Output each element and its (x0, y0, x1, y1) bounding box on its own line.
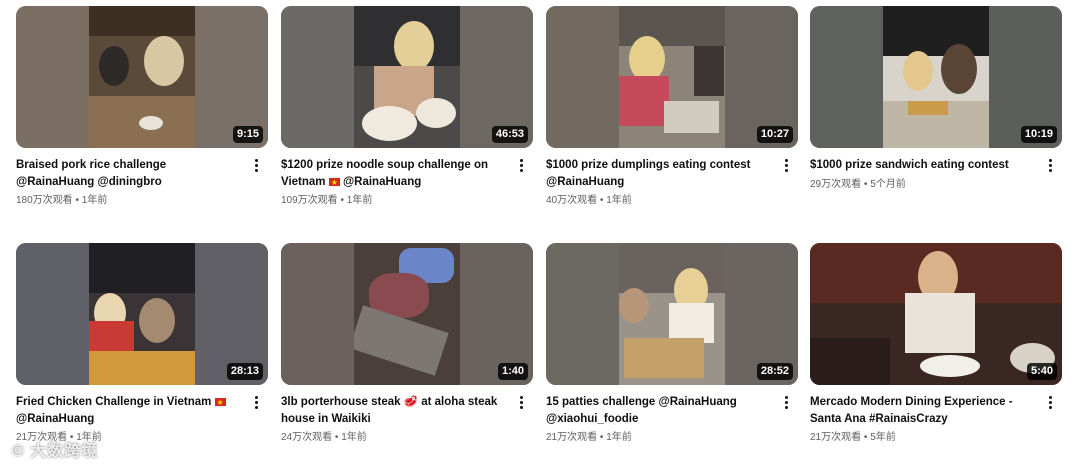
view-count: 109万次观看 (281, 195, 338, 206)
view-count: 29万次观看 (810, 178, 862, 190)
upload-age: 1年前 (346, 195, 373, 206)
video-title-suffix: @RainaHuang (16, 412, 95, 425)
more-actions-icon[interactable] (780, 157, 792, 175)
video-duration: 5:40 (1026, 363, 1057, 380)
video-title[interactable]: 15 patties challenge @RainaHuang @xiaohu… (546, 394, 772, 427)
video-stats: 40万次观看 • 1年前 (546, 194, 772, 207)
separator-dot: • (863, 178, 868, 190)
view-count: 24万次观看 (281, 432, 333, 443)
separator-dot: • (599, 432, 604, 443)
video-card[interactable]: 1:40 3lb porterhouse steak 🥩 at aloha st… (281, 243, 533, 444)
video-card[interactable]: 46:53 $1200 prize noodle soup challenge … (281, 6, 533, 207)
more-actions-icon[interactable] (250, 394, 262, 412)
video-stats: 29万次观看 • 5个月前 (810, 178, 1036, 191)
vietnam-flag-icon (214, 395, 226, 412)
video-stats: 180万次观看 • 1年前 (16, 194, 242, 207)
video-thumbnail[interactable]: 28:52 (546, 243, 798, 385)
video-thumbnail[interactable]: 46:53 (281, 6, 533, 148)
video-title[interactable]: Fried Chicken Challenge in Vietnam @Rain… (16, 394, 242, 427)
video-stats: 24万次观看 • 1年前 (281, 431, 507, 444)
upload-age: 1年前 (81, 195, 108, 206)
video-title-text: Fried Chicken Challenge in Vietnam (16, 396, 212, 408)
upload-age: 5个月前 (870, 178, 906, 190)
video-thumbnail[interactable]: 10:27 (546, 6, 798, 148)
video-duration: 1:40 (497, 363, 528, 380)
video-title[interactable]: $1000 prize sandwich eating contest (810, 157, 1036, 174)
video-stats: 109万次观看 • 1年前 (281, 194, 507, 207)
upload-age: 1年前 (341, 432, 367, 443)
video-thumbnail[interactable]: 5:40 (810, 243, 1062, 385)
video-thumbnail[interactable]: 9:15 (16, 6, 268, 148)
video-duration: 28:52 (756, 363, 793, 380)
video-thumbnail[interactable]: 1:40 (281, 243, 533, 385)
video-card[interactable]: 28:13 Fried Chicken Challenge in Vietnam… (16, 243, 268, 444)
video-card[interactable]: 10:19 $1000 prize sandwich eating contes… (810, 6, 1062, 191)
video-duration: 9:15 (232, 126, 263, 143)
video-card[interactable]: 5:40 Mercado Modern Dining Experience - … (810, 243, 1062, 444)
view-count: 21万次观看 (810, 432, 862, 443)
view-count: 180万次观看 (16, 195, 73, 206)
upload-age: 5年前 (870, 432, 896, 443)
video-title-suffix: @RainaHuang (342, 175, 422, 188)
video-title[interactable]: 3lb porterhouse steak 🥩 at aloha steak h… (281, 394, 507, 427)
more-actions-icon[interactable] (515, 394, 527, 412)
vietnam-flag-icon (328, 175, 340, 190)
video-grid: 9:15 Braised pork rice challenge @RainaH… (0, 0, 1080, 467)
video-title[interactable]: Mercado Modern Dining Experience - Santa… (810, 394, 1036, 427)
video-stats: 21万次观看 • 1年前 (546, 431, 772, 444)
video-thumbnail[interactable]: 28:13 (16, 243, 268, 385)
video-card[interactable]: 9:15 Braised pork rice challenge @RainaH… (16, 6, 268, 207)
video-title[interactable]: Braised pork rice challenge @RainaHuang … (16, 157, 242, 190)
separator-dot: • (863, 432, 868, 443)
view-count: 21万次观看 (546, 432, 598, 443)
separator-dot: • (340, 195, 344, 206)
upload-age: 1年前 (606, 432, 632, 443)
video-title[interactable]: $1200 prize noodle soup challenge on Vie… (281, 157, 507, 190)
more-actions-icon[interactable] (250, 157, 262, 175)
video-thumbnail[interactable]: 10:19 (810, 6, 1062, 148)
separator-dot: • (75, 195, 79, 206)
video-duration: 46:53 (491, 126, 528, 143)
more-actions-icon[interactable] (780, 394, 792, 412)
video-duration: 10:19 (1020, 126, 1057, 143)
video-duration: 10:27 (756, 126, 793, 143)
more-actions-icon[interactable] (1044, 157, 1056, 175)
more-actions-icon[interactable] (515, 157, 527, 175)
separator-dot: • (334, 432, 339, 443)
video-duration: 28:13 (226, 363, 263, 380)
upload-age: 1年前 (606, 195, 632, 206)
view-count: 40万次观看 (546, 195, 598, 206)
watermark: © 大数跨境 (12, 443, 99, 460)
more-actions-icon[interactable] (1044, 394, 1056, 412)
video-card[interactable]: 28:52 15 patties challenge @RainaHuang @… (546, 243, 798, 444)
video-card[interactable]: 10:27 $1000 prize dumplings eating conte… (546, 6, 798, 207)
separator-dot: • (599, 195, 604, 206)
video-stats: 21万次观看 • 5年前 (810, 431, 1036, 444)
video-title[interactable]: $1000 prize dumplings eating contest @Ra… (546, 157, 772, 190)
